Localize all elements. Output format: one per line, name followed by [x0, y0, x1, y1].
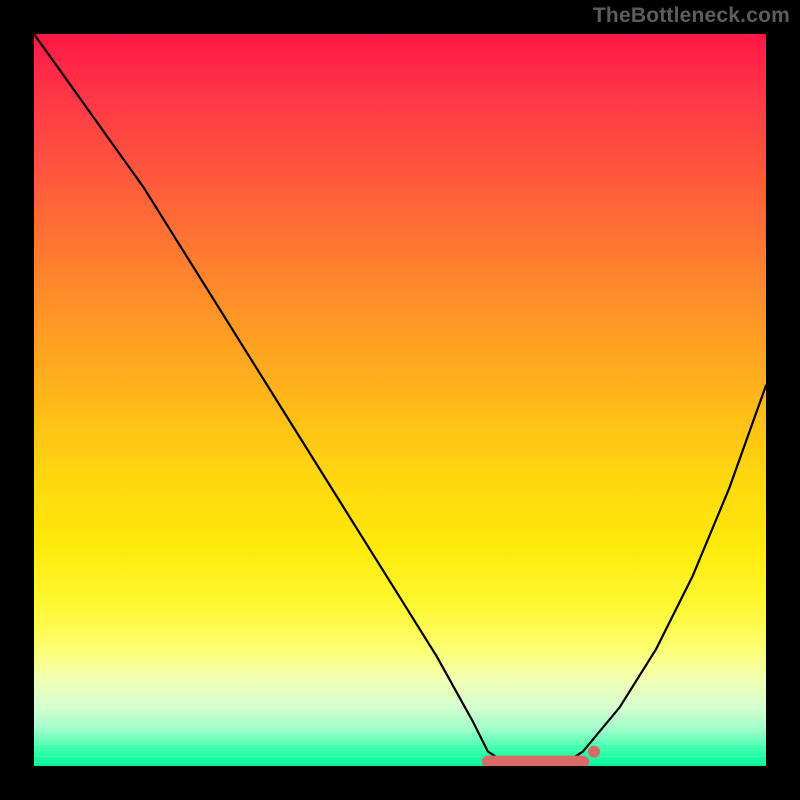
bottleneck-curve — [34, 34, 766, 766]
plot-area — [34, 34, 766, 766]
curve-layer — [34, 34, 766, 766]
flat-marker-end-dot — [588, 746, 600, 758]
watermark-text: TheBottleneck.com — [593, 4, 790, 28]
chart-frame: TheBottleneck.com — [0, 0, 800, 800]
